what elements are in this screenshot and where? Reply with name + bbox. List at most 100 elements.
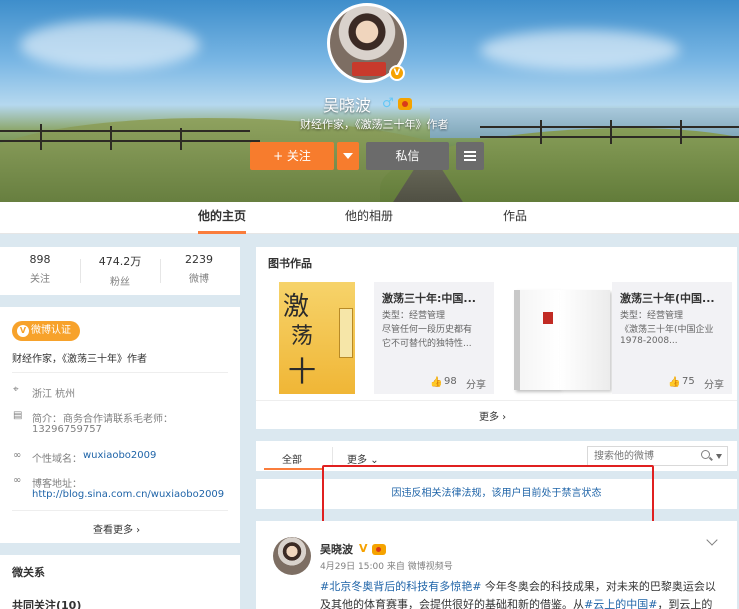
domain-label: 个性域名： (32, 454, 82, 465)
cover-art-decoration (543, 312, 553, 324)
cloud-decoration (480, 30, 680, 70)
book-title[interactable]: 激荡三十年:中国... (382, 290, 476, 306)
divider (12, 372, 228, 373)
link-icon: ∞ (13, 475, 22, 486)
fence-decoration (540, 120, 542, 144)
verify-text: 财经作家，《激荡三十年》作者 (12, 354, 147, 365)
thumbs-up-icon: 👍 (668, 377, 681, 388)
relations-title: 微关系 (12, 566, 45, 579)
fence-decoration (110, 126, 112, 150)
profile-name: 吴晓波 (323, 96, 372, 115)
book-card[interactable]: 激荡三十年(中国... 类型：经营管理 《激荡三十年(中国企业 1978-200… (612, 282, 732, 394)
thumbs-up-icon: 👍 (430, 377, 443, 388)
post-meta[interactable]: 4月29日 15:00 来自 微博视频号 (320, 559, 453, 572)
book-desc: 1978-2008... (620, 336, 678, 346)
menu-icon (464, 155, 476, 157)
message-button[interactable]: 私信 (366, 142, 449, 170)
verified-badge-icon: V (389, 65, 405, 81)
fence-decoration (610, 120, 612, 144)
hashtag-link[interactable]: #云上的中国# (584, 598, 657, 609)
stat-value: 2239 (185, 253, 213, 266)
cover-art-decoration: 荡 (291, 324, 314, 349)
feed-tab-all[interactable]: 全部 (282, 451, 302, 466)
stat-followers[interactable]: 474.2万 粉丝 (90, 253, 150, 288)
profile-description: 财经作家，《激荡三十年》作者 (300, 118, 449, 131)
verified-icon: V (359, 542, 368, 555)
book-cover[interactable] (514, 290, 560, 390)
highlight-annotation (322, 465, 654, 523)
intro-icon: ▤ (13, 410, 23, 421)
tab-works[interactable]: 作品 (503, 202, 527, 234)
book-card[interactable]: 激荡三十年:中国... 类型：经营管理 尽管任何一段历史都有 它不可替代的独特性… (374, 282, 494, 394)
books-more-link[interactable]: 更多 › (479, 408, 506, 423)
intro-label: 简介： (32, 414, 62, 425)
like-count: 98 (444, 376, 457, 387)
post-text-line2: 及其他的体育赛事，会提供很好的基础和新的借鉴。从#云上的中国#，到云上的 (320, 596, 712, 609)
common-follow-link[interactable]: 共同关注(10) (12, 597, 81, 609)
stat-label: 微博 (189, 274, 209, 285)
fence-decoration (680, 120, 682, 144)
share-button[interactable]: 分享 (704, 376, 724, 391)
domain-link[interactable]: wuxiaobo2009 (83, 450, 156, 461)
tab-album[interactable]: 他的相册 (345, 202, 393, 234)
post-text: ，到云上的 (657, 598, 713, 609)
tab-home[interactable]: 他的主页 (198, 202, 247, 234)
book-desc: 《激荡三十年(中国企业 (620, 325, 714, 335)
follow-button[interactable]: + 关注 (250, 142, 334, 170)
post-text: 及其他的体育赛事，会提供很好的基础和新的借鉴。从 (320, 598, 584, 609)
follow-dropdown-button[interactable] (337, 142, 359, 170)
male-icon: ♂ (382, 96, 394, 111)
divider (80, 259, 81, 283)
post-text: 今年冬奥会的科技成果，对未来的巴黎奥运会以 (481, 580, 716, 593)
intro-text: 商务合作请联系毛老师： (63, 414, 173, 425)
profile-tabbar: 他的主页 他的相册 作品 (0, 202, 739, 234)
books-title: 图书作品 (268, 257, 312, 270)
stats-panel: 898 关注 474.2万 粉丝 2239 微博 (0, 247, 240, 295)
caret-down-icon[interactable] (716, 454, 722, 459)
blog-link[interactable]: http://blog.sina.com.cn/wuxiaobo2009 (32, 489, 224, 500)
like-count: 75 (682, 376, 695, 387)
hashtag-link[interactable]: #北京冬奥背后的科技有多惊艳# (320, 580, 481, 593)
share-button[interactable]: 分享 (466, 376, 486, 391)
cover-art-decoration (514, 290, 520, 390)
like-button[interactable]: 👍 75 (668, 376, 695, 388)
vip-icon[interactable] (398, 98, 412, 110)
divider (256, 400, 737, 401)
divider (160, 259, 161, 283)
stat-label: 粉丝 (110, 277, 130, 288)
post-text-line1: #北京冬奥背后的科技有多惊艳# 今年冬奥会的科技成果，对未来的巴黎奥运会以 (320, 578, 716, 594)
stat-posts[interactable]: 2239 微博 (169, 253, 229, 285)
menu-icon (464, 159, 476, 161)
location-text: 浙江 杭州 (32, 389, 76, 400)
avatar-book-detail (352, 62, 386, 76)
intro-phone: 13296759757 (32, 424, 102, 435)
post-author[interactable]: 吴晓波 (320, 541, 353, 557)
stat-label: 关注 (30, 274, 50, 285)
stat-value: 898 (29, 253, 51, 266)
post-avatar[interactable] (273, 537, 311, 575)
feed-search[interactable] (587, 446, 728, 466)
fence-decoration (40, 124, 42, 150)
divider (332, 447, 333, 465)
verify-label: 微博认证 (31, 325, 71, 336)
vip-icon[interactable] (372, 544, 386, 555)
view-more-link[interactable]: 查看更多 › (93, 521, 140, 536)
blog-label: 博客地址： (32, 479, 82, 490)
book-type: 类型：经营管理 (620, 311, 684, 321)
fence-decoration (180, 128, 182, 150)
book-type: 类型：经营管理 (382, 311, 446, 321)
book-title[interactable]: 激荡三十年(中国... (620, 290, 715, 306)
like-button[interactable]: 👍 98 (430, 376, 457, 388)
divider (12, 510, 228, 511)
feed-search-input[interactable] (594, 449, 702, 463)
location-icon: ⌖ (13, 384, 19, 395)
search-icon[interactable] (701, 450, 710, 459)
weibo-verify-badge[interactable]: V 微博认证 (12, 321, 80, 341)
cover-art-decoration (339, 308, 353, 358)
feed-tab-more[interactable]: 更多 ⌄ (347, 451, 379, 466)
stat-value: 474.2万 (98, 255, 142, 268)
more-menu-button[interactable] (456, 142, 484, 170)
stat-following[interactable]: 898 关注 (10, 253, 70, 285)
cloud-decoration (20, 20, 200, 70)
book-desc: 尽管任何一段历史都有 (382, 325, 473, 335)
